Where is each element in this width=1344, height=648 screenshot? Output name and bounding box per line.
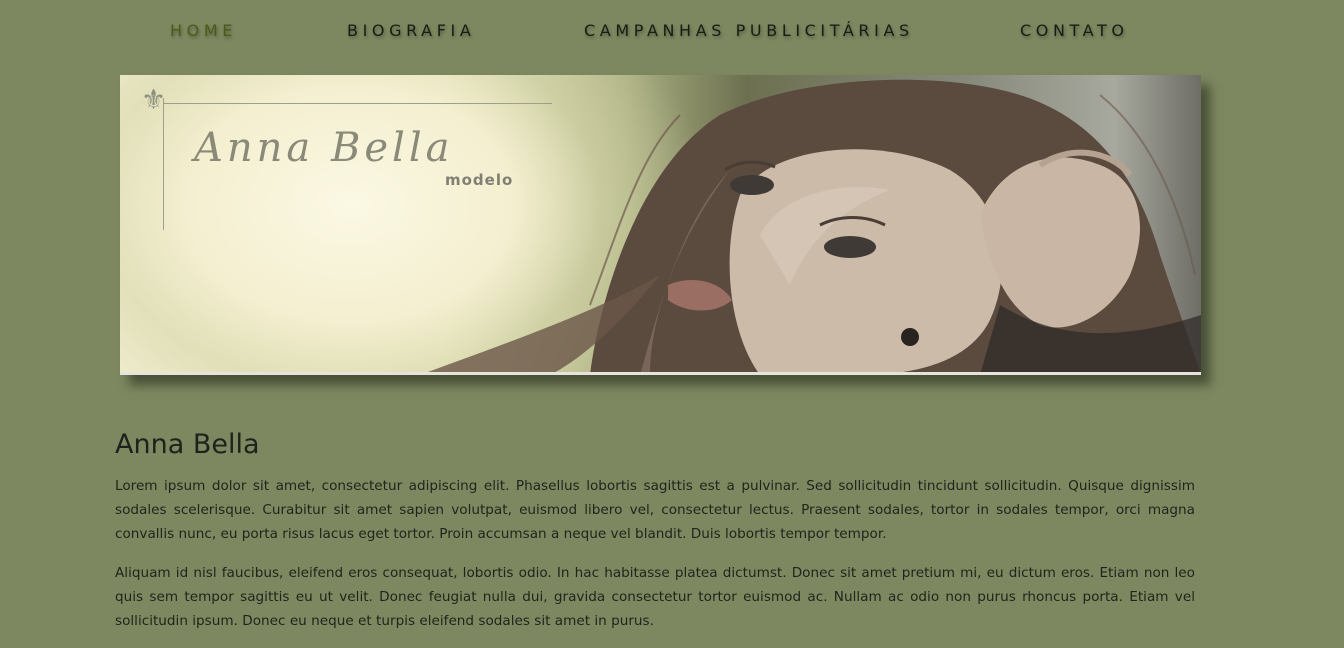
logo-subtitle: modelo: [445, 171, 514, 189]
logo-divider-horizontal: [164, 103, 552, 104]
header-banner: ⚜ Anna Bella modelo: [120, 75, 1201, 375]
fleur-de-lis-icon: ⚜: [141, 83, 167, 116]
main-nav: HOME BIOGRAFIA CAMPANHAS PUBLICITÁRIAS C…: [0, 0, 1344, 62]
nav-item-campanhas-publicitarias[interactable]: CAMPANHAS PUBLICITÁRIAS: [584, 22, 914, 40]
nav-item-contato[interactable]: CONTATO: [1020, 22, 1129, 40]
intro-paragraph: Lorem ipsum dolor sit amet, consectetur …: [115, 478, 1195, 542]
nav-item-biografia[interactable]: BIOGRAFIA: [347, 22, 475, 40]
page-title: Anna Bella: [115, 429, 260, 460]
second-paragraph: Aliquam id nisl faucibus, eleifend eros …: [115, 565, 1195, 629]
logo-title: Anna Bella: [194, 125, 454, 171]
main-content: Anna Bella Lorem ipsum dolor sit amet, c…: [115, 428, 1195, 648]
logo-divider-vertical: [163, 98, 164, 230]
model-portrait-image: [428, 79, 1201, 372]
nav-item-home[interactable]: HOME: [170, 22, 237, 40]
